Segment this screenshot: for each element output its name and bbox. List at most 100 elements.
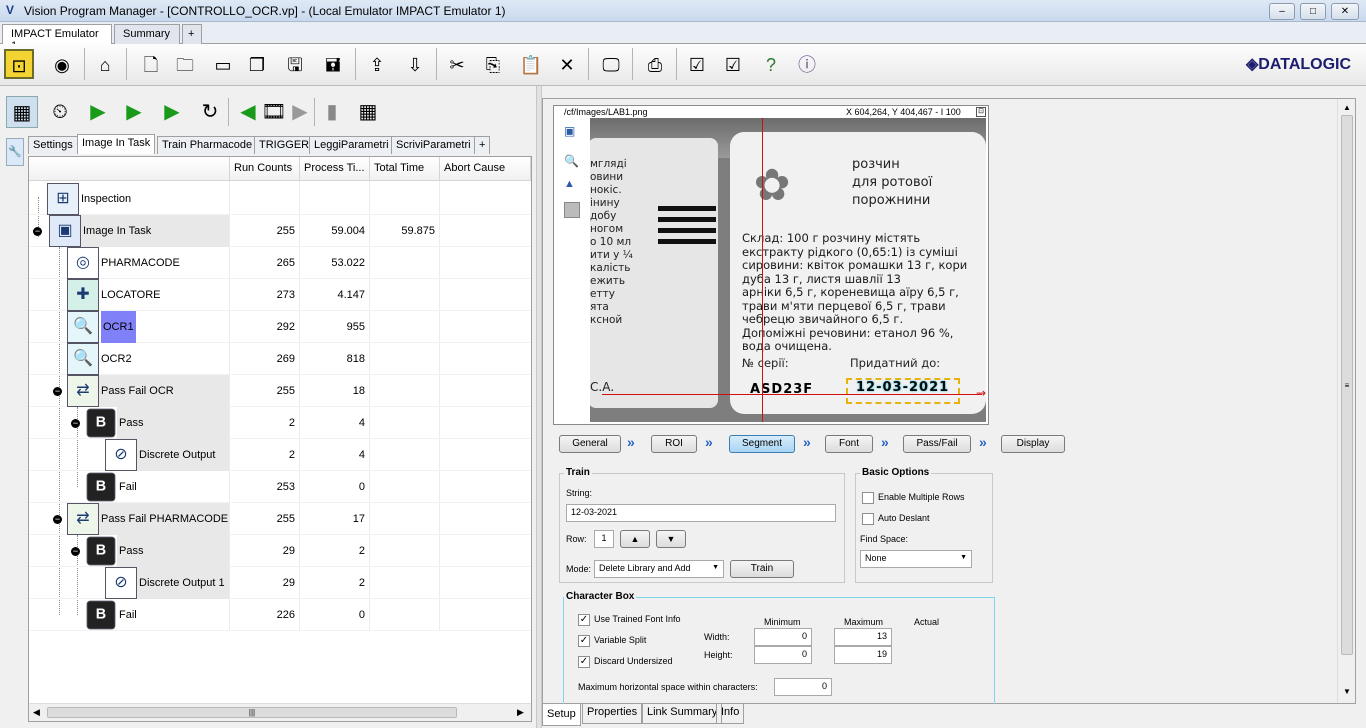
copy-icon[interactable]: ⎘ bbox=[478, 49, 508, 79]
col-total-time[interactable]: Total Time bbox=[369, 157, 439, 181]
row-fail-pharmacode[interactable]: B Fail 226 0 bbox=[29, 599, 531, 631]
checklist-icon[interactable]: ☑ bbox=[682, 49, 712, 79]
tab-info[interactable]: Info bbox=[716, 704, 745, 724]
row-pass-fail-pharmacode[interactable]: − ⇄ Pass Fail PHARMACODE 255 17 bbox=[29, 503, 531, 535]
pin-icon[interactable]: ⊡ bbox=[976, 107, 986, 117]
vertical-scrollbar[interactable]: ▲ ≡ ▼ bbox=[1337, 99, 1355, 703]
delete-icon[interactable]: ✕ bbox=[552, 49, 582, 79]
tab-setup[interactable]: Setup bbox=[542, 704, 581, 726]
help-icon[interactable]: ? bbox=[756, 49, 786, 79]
enable-multiple-rows-checkbox[interactable] bbox=[862, 492, 874, 504]
minimize-button[interactable]: – bbox=[1269, 3, 1295, 20]
wrench-icon[interactable]: 🔧 bbox=[6, 138, 24, 166]
maximize-button[interactable]: □ bbox=[1300, 3, 1326, 20]
next-icon[interactable]: ▶ bbox=[284, 96, 316, 128]
tab-image-in-task[interactable]: Image In Task bbox=[77, 134, 156, 154]
scroll-thumb[interactable]: ||| bbox=[47, 707, 457, 718]
scroll-left-icon[interactable]: ◀ bbox=[33, 707, 40, 718]
step-general-button[interactable]: General bbox=[559, 435, 621, 453]
monitor-icon[interactable]: 🖵 bbox=[596, 49, 626, 79]
height-min-input[interactable]: 0 bbox=[754, 646, 812, 664]
row-image-in-task[interactable]: − ▣ Image In Task 255 59.004 59.875 bbox=[29, 215, 531, 247]
collapse-icon[interactable]: − bbox=[33, 227, 42, 236]
scroll-down-icon[interactable]: ▼ bbox=[1343, 687, 1351, 696]
print-icon[interactable]: ⎙ bbox=[640, 49, 670, 79]
run-mode-icon[interactable]: ◉ bbox=[47, 49, 77, 79]
upload-icon[interactable]: ⇪ bbox=[362, 49, 392, 79]
scroll-right-icon[interactable]: ▶ bbox=[517, 707, 524, 718]
paste-icon[interactable]: 📋 bbox=[516, 49, 546, 79]
auto-deslant-checkbox[interactable] bbox=[862, 513, 874, 525]
tab-add[interactable]: + bbox=[182, 24, 202, 44]
discard-undersized-checkbox[interactable]: ✓ bbox=[578, 656, 590, 668]
use-trained-font-checkbox[interactable]: ✓ bbox=[578, 614, 590, 626]
height-max-input[interactable]: 19 bbox=[834, 646, 892, 664]
variable-split-checkbox[interactable]: ✓ bbox=[578, 635, 590, 647]
scroll-thumb[interactable]: ≡ bbox=[1341, 115, 1353, 655]
step-font-button[interactable]: Font bbox=[825, 435, 873, 453]
scroll-up-icon[interactable]: ▲ bbox=[1343, 103, 1351, 112]
close-button[interactable]: ✕ bbox=[1331, 3, 1359, 20]
zoom-icon[interactable]: 🔍 bbox=[564, 154, 580, 170]
info-icon[interactable]: ⓘ bbox=[792, 49, 822, 79]
loop-icon[interactable]: ↻ bbox=[194, 96, 226, 128]
horizontal-scrollbar[interactable]: ◀ ||| ▶ bbox=[29, 703, 531, 721]
row-up-button[interactable]: ▲ bbox=[620, 530, 650, 548]
edit-mode-icon[interactable]: ⊡ bbox=[4, 49, 34, 79]
tab-train-pharmacode[interactable]: Train Pharmacode bbox=[157, 136, 258, 154]
camera-timer-icon[interactable]: ⏲ bbox=[44, 96, 76, 128]
row-ocr2[interactable]: 🔍 OCR2 269 818 bbox=[29, 343, 531, 375]
row-ocr1[interactable]: 🔍 OCR1 292 955 bbox=[29, 311, 531, 343]
save-as-icon[interactable]: 🖬 bbox=[318, 49, 348, 79]
string-input[interactable]: 12-03-2021 bbox=[566, 504, 836, 522]
histogram-icon[interactable]: ▲ bbox=[564, 178, 580, 194]
train-button[interactable]: Train bbox=[730, 560, 794, 578]
row-locatore[interactable]: ✚ LOCATORE 273 4.147 bbox=[29, 279, 531, 311]
save-icon[interactable]: 🖫 bbox=[280, 49, 310, 79]
col-abort-cause[interactable]: Abort Cause bbox=[439, 157, 531, 181]
step-pass-fail-button[interactable]: Pass/Fail bbox=[903, 435, 971, 453]
row-discrete-output-1[interactable]: ⊘ Discrete Output 1 29 2 bbox=[29, 567, 531, 599]
collapse-icon[interactable]: − bbox=[53, 387, 62, 396]
reset-counter-icon[interactable]: ▦ bbox=[352, 96, 384, 128]
find-space-select[interactable]: None ▼ bbox=[860, 550, 972, 568]
tab-leggi-parametri[interactable]: LeggiParametri bbox=[309, 136, 394, 154]
tab-impact-emulator[interactable]: IMPACT Emulator 1 bbox=[2, 24, 112, 52]
col-run-counts[interactable]: Run Counts bbox=[229, 157, 299, 181]
home-icon[interactable]: ⌂ bbox=[90, 49, 120, 79]
col-process-time[interactable]: Process Ti... bbox=[299, 157, 369, 181]
tab-add-task[interactable]: + bbox=[474, 136, 491, 154]
row-down-button[interactable]: ▼ bbox=[656, 530, 686, 548]
width-max-input[interactable]: 13 bbox=[834, 628, 892, 646]
width-min-input[interactable]: 0 bbox=[754, 628, 812, 646]
open-folder-icon[interactable]: 🗀 bbox=[170, 49, 200, 79]
row-pass-fail-ocr[interactable]: − ⇄ Pass Fail OCR 255 18 bbox=[29, 375, 531, 407]
row-pass[interactable]: − B Pass 2 4 bbox=[29, 407, 531, 439]
tab-settings[interactable]: Settings bbox=[28, 136, 78, 154]
run-step-icon[interactable]: ▶ bbox=[118, 96, 150, 128]
chart-icon[interactable]: ▮ bbox=[316, 96, 348, 128]
download-icon[interactable]: ⇩ bbox=[400, 49, 430, 79]
tab-trigger[interactable]: TRIGGER bbox=[254, 136, 315, 154]
row-pass-pharmacode[interactable]: − B Pass 29 2 bbox=[29, 535, 531, 567]
copy-file-icon[interactable]: ❐ bbox=[242, 49, 272, 79]
camera-image-icon[interactable]: ▦ bbox=[6, 96, 38, 128]
collapse-icon[interactable]: − bbox=[53, 515, 62, 524]
tab-properties[interactable]: Properties bbox=[582, 704, 643, 724]
row-fail[interactable]: B Fail 253 0 bbox=[29, 471, 531, 503]
overlay-icon[interactable] bbox=[564, 202, 580, 218]
horizontal-space-input[interactable]: 0 bbox=[774, 678, 832, 696]
collapse-icon[interactable]: − bbox=[71, 547, 80, 556]
mode-select[interactable]: Delete Library and Add ▼ bbox=[594, 560, 724, 578]
cut-icon[interactable]: ✂ bbox=[442, 49, 472, 79]
run-once-icon[interactable]: ▶ bbox=[82, 96, 114, 128]
collapse-icon[interactable]: − bbox=[71, 419, 80, 428]
image-settings-icon[interactable]: ▣ bbox=[564, 124, 580, 140]
checklist-run-icon[interactable]: ☑ bbox=[718, 49, 748, 79]
folder-icon[interactable]: ▭ bbox=[208, 49, 238, 79]
row-inspection[interactable]: ⊞ Inspection bbox=[29, 183, 531, 215]
row-discrete-output[interactable]: ⊘ Discrete Output 2 4 bbox=[29, 439, 531, 471]
run-single-icon[interactable]: ▶ bbox=[156, 96, 188, 128]
step-roi-button[interactable]: ROI bbox=[651, 435, 697, 453]
row-input[interactable]: 1 bbox=[594, 530, 614, 548]
